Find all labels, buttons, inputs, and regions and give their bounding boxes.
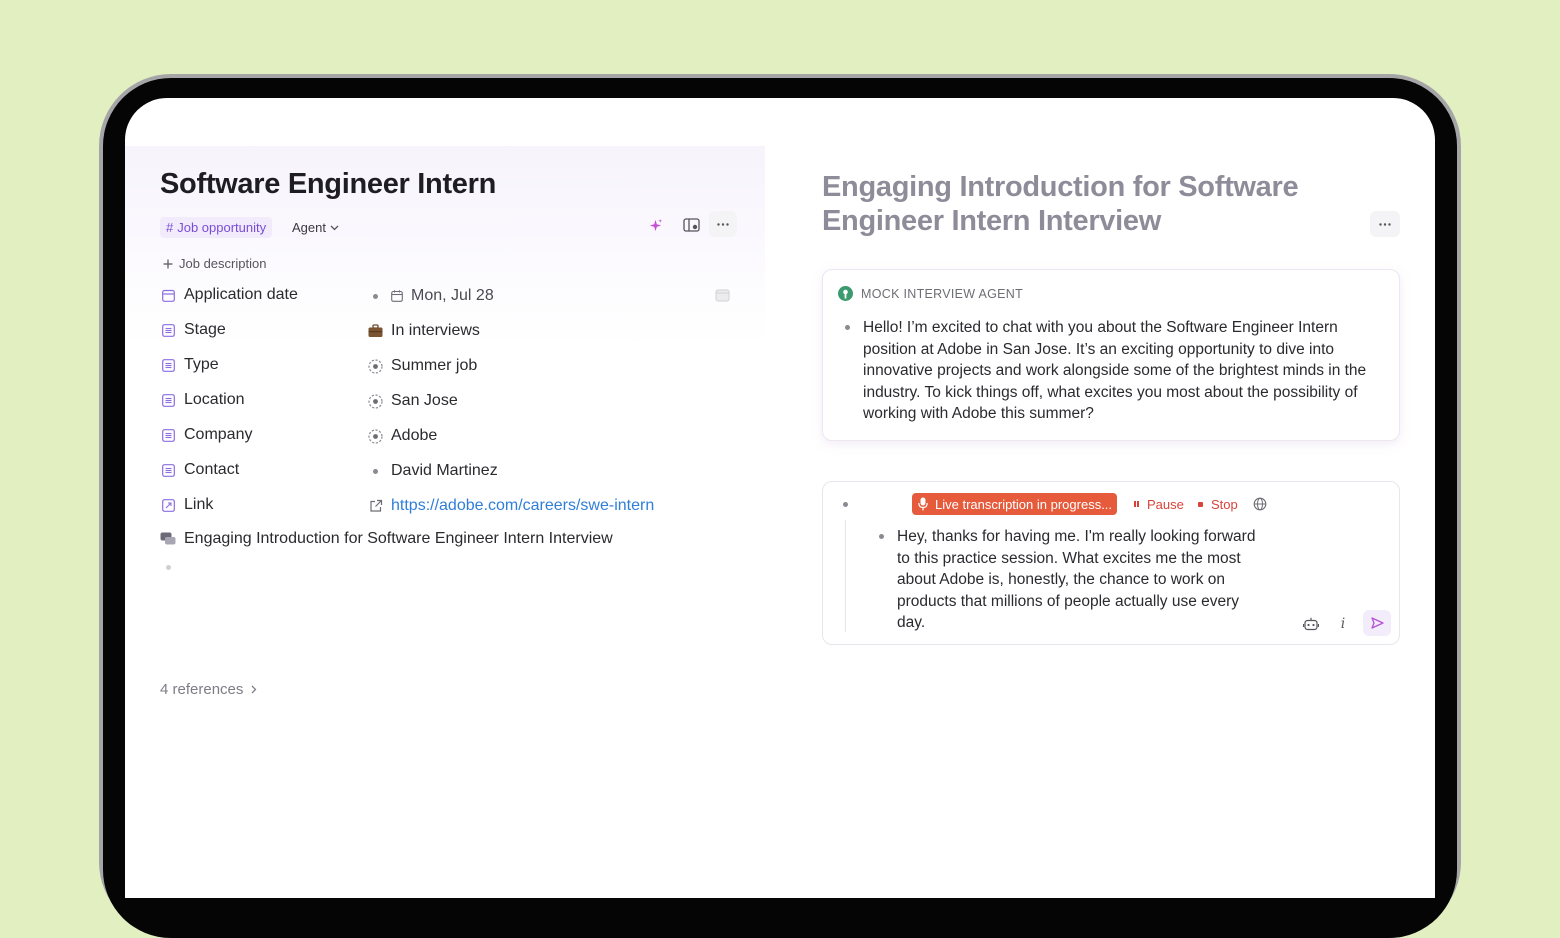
bullet-icon	[373, 468, 378, 474]
job-link[interactable]: https://adobe.com/careers/swe-intern	[391, 497, 654, 515]
info-button[interactable]: i	[1332, 613, 1354, 635]
link-property-icon	[162, 499, 175, 512]
type-value: Summer job	[391, 357, 478, 374]
application-date-value: Mon, Jul 28	[411, 287, 494, 304]
agent-header: MOCK INTERVIEW AGENT	[838, 286, 1023, 301]
property-label: Location	[184, 391, 245, 408]
panel-layout-icon	[682, 218, 700, 232]
briefcase-icon	[368, 324, 383, 339]
ellipsis-icon	[717, 222, 729, 226]
agent-message: Hello! I’m excited to chat with you abou…	[845, 317, 1377, 425]
property-value[interactable]: Mon, Jul 28	[368, 284, 494, 308]
thread-line	[845, 520, 846, 632]
agent-name: MOCK INTERVIEW AGENT	[861, 286, 1024, 301]
calendar-icon	[162, 289, 175, 302]
property-application-date[interactable]: Application date Mon, Jul 28	[160, 284, 740, 308]
bullet-icon	[879, 534, 884, 539]
send-icon	[1370, 617, 1384, 629]
references-label: 4 references	[160, 681, 244, 698]
add-job-description[interactable]: Job description	[163, 256, 266, 271]
stop-button[interactable]: Stop	[1198, 493, 1238, 515]
chat-page-icon	[160, 532, 176, 545]
linked-page-title: Engaging Introduction for Software Engin…	[184, 530, 613, 547]
property-company[interactable]: Company Adobe	[160, 424, 740, 448]
empty-block-bullet[interactable]	[166, 565, 171, 570]
tag-label: Job opportunity	[177, 220, 267, 235]
ai-sparkle-button[interactable]	[641, 212, 669, 238]
external-link-icon	[368, 499, 383, 514]
page-title: Software Engineer Intern	[160, 168, 497, 200]
bullet-icon	[843, 502, 848, 507]
app-screen: Software Engineer Intern # Job opportuni…	[125, 98, 1435, 898]
company-value: Adobe	[391, 427, 438, 444]
layout-toggle-button[interactable]	[677, 212, 705, 238]
property-value[interactable]: Summer job	[368, 354, 477, 378]
agent-message-text: Hello! I’m excited to chat with you abou…	[863, 319, 1367, 422]
hash-icon: #	[166, 220, 174, 235]
robot-icon	[1303, 617, 1319, 631]
property-stage[interactable]: Stage In interviews	[160, 319, 740, 343]
property-label: Stage	[184, 321, 226, 338]
right-panel-more-button[interactable]	[1370, 211, 1400, 237]
select-icon	[368, 358, 383, 374]
chevron-right-icon	[251, 685, 257, 694]
live-transcription-badge: Live transcription in progress...	[912, 493, 1118, 515]
sparkle-icon	[649, 218, 662, 231]
property-contact[interactable]: Contact David Martinez	[160, 459, 740, 483]
linked-page-introduction[interactable]: Engaging Introduction for Software Engin…	[160, 527, 613, 551]
contact-value: David Martinez	[391, 462, 498, 479]
property-label: Type	[184, 356, 219, 373]
property-value[interactable]: In interviews	[368, 319, 480, 343]
info-icon: i	[1340, 616, 1346, 632]
property-label: Link	[184, 496, 214, 513]
pause-label: Pause	[1147, 496, 1184, 512]
list-property-icon	[162, 464, 175, 477]
plus-icon	[163, 259, 173, 268]
property-label: Company	[184, 426, 253, 443]
property-link[interactable]: Link https://adobe.com/careers/swe-inter…	[160, 494, 740, 518]
list-property-icon	[162, 429, 175, 442]
chevron-down-icon	[330, 225, 339, 230]
select-icon	[368, 428, 383, 444]
calendar-icon	[391, 290, 403, 302]
stop-icon	[1198, 501, 1203, 507]
list-property-icon	[162, 359, 175, 372]
pause-button[interactable]: Pause	[1134, 493, 1184, 515]
response-input-card[interactable]: Live transcription in progress... Pause …	[822, 481, 1400, 645]
ai-assistant-button[interactable]	[1300, 613, 1322, 635]
property-location[interactable]: Location San Jose	[160, 389, 740, 413]
property-label: Contact	[184, 461, 240, 478]
ellipsis-icon	[1379, 222, 1391, 226]
pause-icon	[1134, 501, 1139, 507]
more-options-button[interactable]	[709, 211, 737, 237]
select-icon	[368, 393, 383, 409]
property-value[interactable]: San Jose	[368, 389, 458, 413]
references-toggle[interactable]: 4 references	[160, 681, 257, 698]
property-label: Application date	[184, 286, 298, 303]
tag-job-opportunity[interactable]: # Job opportunity	[160, 217, 273, 238]
user-message-text: Hey, thanks for having me. I'm really lo…	[897, 528, 1256, 631]
list-property-icon	[162, 324, 175, 337]
bullet-icon	[845, 325, 850, 330]
agent-dropdown[interactable]: Agent	[292, 217, 339, 238]
property-value[interactable]: David Martinez	[368, 459, 498, 483]
add-description-label: Job description	[179, 256, 267, 271]
agent-message-card: MOCK INTERVIEW AGENT Hello! I’m excited …	[822, 269, 1400, 441]
stop-label: Stop	[1211, 496, 1238, 512]
property-value[interactable]: https://adobe.com/careers/swe-intern	[368, 494, 654, 518]
list-property-icon	[162, 394, 175, 407]
microphone-icon	[918, 497, 928, 511]
agent-dropdown-label: Agent	[292, 220, 326, 235]
globe-icon[interactable]	[1253, 497, 1267, 511]
user-message[interactable]: Hey, thanks for having me. I'm really lo…	[879, 526, 1257, 634]
bullet-icon	[373, 293, 378, 299]
property-type[interactable]: Type Summer job	[160, 354, 740, 378]
agent-avatar-icon	[838, 286, 853, 301]
stage-value: In interviews	[391, 322, 480, 339]
location-value: San Jose	[391, 392, 458, 409]
send-button[interactable]	[1363, 610, 1391, 636]
transcription-status: Live transcription in progress...	[935, 496, 1113, 512]
right-panel-title: Engaging Introduction for Software Engin…	[822, 171, 1299, 237]
property-value[interactable]: Adobe	[368, 424, 437, 448]
